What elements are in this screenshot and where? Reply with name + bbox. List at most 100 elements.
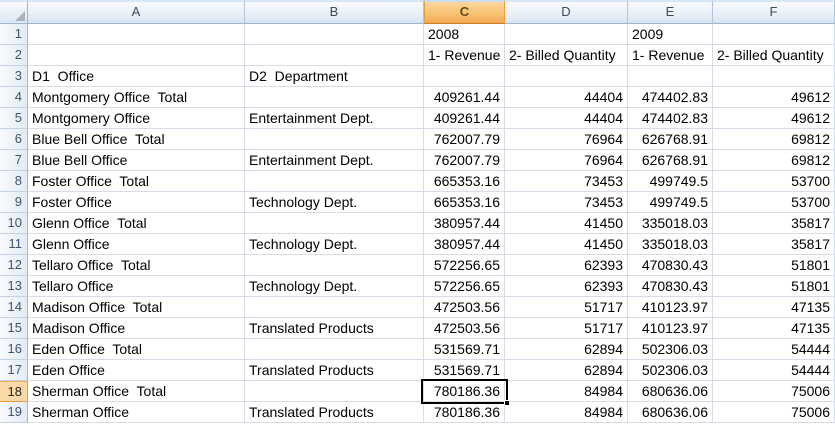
row-header-9[interactable]: 9 bbox=[0, 192, 28, 213]
cell-A19[interactable]: Sherman Office bbox=[28, 402, 245, 423]
cell-C17[interactable]: 531569.71 bbox=[424, 360, 505, 381]
cell-D14[interactable]: 51717 bbox=[505, 297, 628, 318]
cell-B4[interactable] bbox=[245, 87, 424, 108]
cell-C13[interactable]: 572256.65 bbox=[424, 276, 505, 297]
cell-C10[interactable]: 380957.44 bbox=[424, 213, 505, 234]
cell-A8[interactable]: Foster Office Total bbox=[28, 171, 245, 192]
cell-E7[interactable]: 626768.91 bbox=[628, 150, 713, 171]
cell-E14[interactable]: 410123.97 bbox=[628, 297, 713, 318]
cell-C1[interactable]: 2008 bbox=[424, 24, 505, 45]
cell-E9[interactable]: 499749.5 bbox=[628, 192, 713, 213]
row-header-11[interactable]: 11 bbox=[0, 234, 28, 255]
row-header-18[interactable]: 18 bbox=[0, 381, 28, 402]
cell-A12[interactable]: Tellaro Office Total bbox=[28, 255, 245, 276]
cell-E1[interactable]: 2009 bbox=[628, 24, 713, 45]
cell-B19[interactable]: Translated Products bbox=[245, 402, 424, 423]
cell-C8[interactable]: 665353.16 bbox=[424, 171, 505, 192]
fill-handle[interactable] bbox=[504, 400, 509, 405]
cell-F9[interactable]: 53700 bbox=[713, 192, 835, 213]
cell-C11[interactable]: 380957.44 bbox=[424, 234, 505, 255]
select-all-corner[interactable] bbox=[0, 0, 28, 24]
cell-C5[interactable]: 409261.44 bbox=[424, 108, 505, 129]
cell-D5[interactable]: 44404 bbox=[505, 108, 628, 129]
column-header-E[interactable]: E bbox=[628, 0, 713, 24]
cell-B1[interactable] bbox=[245, 24, 424, 45]
cell-D7[interactable]: 76964 bbox=[505, 150, 628, 171]
cell-F13[interactable]: 51801 bbox=[713, 276, 835, 297]
cell-F15[interactable]: 47135 bbox=[713, 318, 835, 339]
cell-B3[interactable]: D2 Department bbox=[245, 66, 424, 87]
cell-F14[interactable]: 47135 bbox=[713, 297, 835, 318]
cell-A2[interactable] bbox=[28, 45, 245, 66]
cell-E2[interactable]: 1- Revenue bbox=[628, 45, 713, 66]
row-header-6[interactable]: 6 bbox=[0, 129, 28, 150]
cell-C15[interactable]: 472503.56 bbox=[424, 318, 505, 339]
cell-F6[interactable]: 69812 bbox=[713, 129, 835, 150]
row-header-2[interactable]: 2 bbox=[0, 45, 28, 66]
cell-D12[interactable]: 62393 bbox=[505, 255, 628, 276]
row-header-4[interactable]: 4 bbox=[0, 87, 28, 108]
cell-B13[interactable]: Technology Dept. bbox=[245, 276, 424, 297]
cell-B2[interactable] bbox=[245, 45, 424, 66]
cell-B17[interactable]: Translated Products bbox=[245, 360, 424, 381]
cell-A7[interactable]: Blue Bell Office bbox=[28, 150, 245, 171]
cell-D17[interactable]: 62894 bbox=[505, 360, 628, 381]
cell-E8[interactable]: 499749.5 bbox=[628, 171, 713, 192]
cell-E15[interactable]: 410123.97 bbox=[628, 318, 713, 339]
cell-C7[interactable]: 762007.79 bbox=[424, 150, 505, 171]
cell-D19[interactable]: 84984 bbox=[505, 402, 628, 423]
column-header-D[interactable]: D bbox=[505, 0, 628, 24]
cell-D15[interactable]: 51717 bbox=[505, 318, 628, 339]
cell-F3[interactable] bbox=[713, 66, 835, 87]
cell-D6[interactable]: 76964 bbox=[505, 129, 628, 150]
cell-A9[interactable]: Foster Office bbox=[28, 192, 245, 213]
cell-B8[interactable] bbox=[245, 171, 424, 192]
cell-B11[interactable]: Technology Dept. bbox=[245, 234, 424, 255]
row-header-15[interactable]: 15 bbox=[0, 318, 28, 339]
cell-D10[interactable]: 41450 bbox=[505, 213, 628, 234]
cell-F7[interactable]: 69812 bbox=[713, 150, 835, 171]
cell-B5[interactable]: Entertainment Dept. bbox=[245, 108, 424, 129]
cell-E6[interactable]: 626768.91 bbox=[628, 129, 713, 150]
cell-F16[interactable]: 54444 bbox=[713, 339, 835, 360]
cell-A1[interactable] bbox=[28, 24, 245, 45]
cell-A5[interactable]: Montgomery Office bbox=[28, 108, 245, 129]
cell-D4[interactable]: 44404 bbox=[505, 87, 628, 108]
cell-A3[interactable]: D1 Office bbox=[28, 66, 245, 87]
cell-A18[interactable]: Sherman Office Total bbox=[28, 381, 245, 402]
cell-F12[interactable]: 51801 bbox=[713, 255, 835, 276]
cell-E4[interactable]: 474402.83 bbox=[628, 87, 713, 108]
cell-D16[interactable]: 62894 bbox=[505, 339, 628, 360]
cell-F18[interactable]: 75006 bbox=[713, 381, 835, 402]
row-header-16[interactable]: 16 bbox=[0, 339, 28, 360]
cell-A13[interactable]: Tellaro Office bbox=[28, 276, 245, 297]
cell-C2[interactable]: 1- Revenue bbox=[424, 45, 505, 66]
cell-A14[interactable]: Madison Office Total bbox=[28, 297, 245, 318]
cell-E5[interactable]: 474402.83 bbox=[628, 108, 713, 129]
row-header-1[interactable]: 1 bbox=[0, 24, 28, 45]
cell-D1[interactable] bbox=[505, 24, 628, 45]
row-header-13[interactable]: 13 bbox=[0, 276, 28, 297]
column-header-B[interactable]: B bbox=[245, 0, 424, 24]
cell-A16[interactable]: Eden Office Total bbox=[28, 339, 245, 360]
cell-D3[interactable] bbox=[505, 66, 628, 87]
row-header-10[interactable]: 10 bbox=[0, 213, 28, 234]
cell-B9[interactable]: Technology Dept. bbox=[245, 192, 424, 213]
cell-F10[interactable]: 35817 bbox=[713, 213, 835, 234]
cell-A17[interactable]: Eden Office bbox=[28, 360, 245, 381]
cell-E12[interactable]: 470830.43 bbox=[628, 255, 713, 276]
row-header-3[interactable]: 3 bbox=[0, 66, 28, 87]
cell-B14[interactable] bbox=[245, 297, 424, 318]
cell-C19[interactable]: 780186.36 bbox=[424, 402, 505, 423]
cell-F17[interactable]: 54444 bbox=[713, 360, 835, 381]
cell-E11[interactable]: 335018.03 bbox=[628, 234, 713, 255]
cell-C9[interactable]: 665353.16 bbox=[424, 192, 505, 213]
column-header-A[interactable]: A bbox=[28, 0, 245, 24]
cell-C6[interactable]: 762007.79 bbox=[424, 129, 505, 150]
cell-F5[interactable]: 49612 bbox=[713, 108, 835, 129]
cell-C3[interactable] bbox=[424, 66, 505, 87]
cell-B6[interactable] bbox=[245, 129, 424, 150]
cell-F4[interactable]: 49612 bbox=[713, 87, 835, 108]
cell-C12[interactable]: 572256.65 bbox=[424, 255, 505, 276]
row-header-8[interactable]: 8 bbox=[0, 171, 28, 192]
